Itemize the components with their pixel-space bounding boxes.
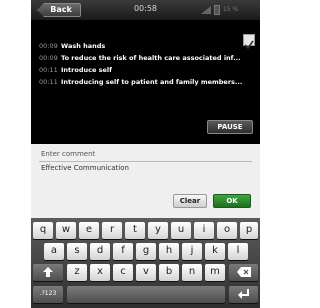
comment-input[interactable]: Effective Communication bbox=[41, 164, 129, 172]
key-z[interactable]: z bbox=[67, 264, 87, 281]
key-q[interactable]: q bbox=[33, 222, 53, 239]
key-v[interactable]: v bbox=[136, 264, 156, 281]
key-r[interactable]: r bbox=[102, 222, 122, 239]
key-k[interactable]: k bbox=[205, 243, 225, 260]
key-u[interactable]: u bbox=[171, 222, 191, 239]
log-entry[interactable]: 00:09 Wash hands bbox=[39, 40, 249, 52]
status-bar: Back 00:58 15 % bbox=[31, 0, 260, 20]
phone-screen: Back 00:58 15 % 00:09 Wash hands 00:09 To … bbox=[31, 0, 260, 308]
key-x[interactable]: x bbox=[90, 264, 110, 281]
on-screen-keyboard: q w e r t y u i o p a s d f g h j k l z … bbox=[31, 218, 260, 308]
clear-button[interactable]: Clear bbox=[173, 194, 207, 208]
key-b[interactable]: b bbox=[159, 264, 179, 281]
log-entry[interactable]: 00:11 Introducing self to patient and fam… bbox=[39, 76, 249, 88]
log-text: Introducing self to patient and family m… bbox=[61, 78, 243, 86]
log-text: To reduce the risk of health care associ… bbox=[61, 54, 241, 62]
key-w[interactable]: w bbox=[56, 222, 76, 239]
battery-percent: 15 % bbox=[223, 6, 239, 13]
log-time: 00:09 bbox=[39, 54, 58, 62]
key-j[interactable]: j bbox=[182, 243, 202, 260]
key-d[interactable]: d bbox=[90, 243, 110, 260]
log-time: 00:09 bbox=[39, 42, 58, 50]
divider bbox=[39, 161, 252, 162]
key-y[interactable]: y bbox=[148, 222, 168, 239]
key-i[interactable]: i bbox=[194, 222, 214, 239]
backspace-icon bbox=[236, 267, 251, 277]
comment-panel: Enter comment Effective Communication Cl… bbox=[31, 144, 260, 218]
key-m[interactable]: m bbox=[205, 264, 225, 281]
ok-button[interactable]: OK bbox=[213, 194, 251, 208]
key-h[interactable]: h bbox=[159, 243, 179, 260]
key-l[interactable]: l bbox=[228, 243, 248, 260]
backspace-key[interactable] bbox=[229, 264, 258, 281]
log-text: Introduce self bbox=[61, 66, 112, 74]
enter-key[interactable] bbox=[229, 286, 258, 303]
key-g[interactable]: g bbox=[136, 243, 156, 260]
key-a[interactable]: a bbox=[44, 243, 64, 260]
comment-label: Enter comment bbox=[41, 150, 96, 158]
key-f[interactable]: f bbox=[113, 243, 133, 260]
numbers-key[interactable]: .?123 bbox=[33, 286, 63, 303]
key-o[interactable]: o bbox=[217, 222, 237, 239]
log-text: Wash hands bbox=[61, 42, 106, 50]
log-time: 00:11 bbox=[39, 66, 58, 74]
key-s[interactable]: s bbox=[67, 243, 87, 260]
shift-arrow-icon bbox=[43, 267, 53, 277]
signal-icon bbox=[201, 6, 211, 14]
log-time: 00:11 bbox=[39, 78, 58, 86]
enter-arrow-icon bbox=[237, 289, 249, 299]
log-list: 00:09 Wash hands 00:09 To reduce the risk … bbox=[39, 40, 249, 88]
battery-icon bbox=[214, 5, 220, 15]
pause-button[interactable]: PAUSE bbox=[207, 120, 253, 134]
key-e[interactable]: e bbox=[79, 222, 99, 239]
log-entry[interactable]: 00:11 Introduce self bbox=[39, 64, 249, 76]
shift-key[interactable] bbox=[33, 264, 63, 281]
key-p[interactable]: p bbox=[240, 222, 258, 239]
note-area: 00:09 Wash hands 00:09 To reduce the risk … bbox=[31, 20, 260, 144]
log-entry[interactable]: 00:09 To reduce the risk of health care a… bbox=[39, 52, 249, 64]
key-c[interactable]: c bbox=[113, 264, 133, 281]
key-n[interactable]: n bbox=[182, 264, 202, 281]
key-t[interactable]: t bbox=[125, 222, 145, 239]
space-bar[interactable] bbox=[67, 286, 225, 303]
